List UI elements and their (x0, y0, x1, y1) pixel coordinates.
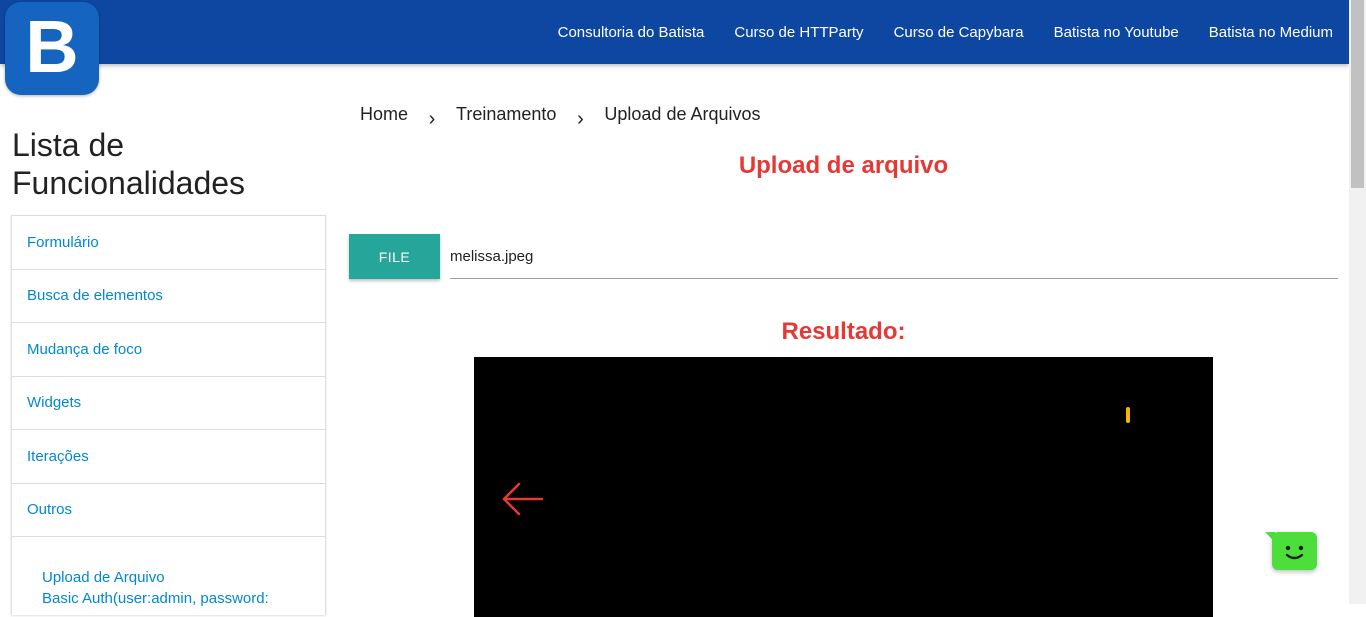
breadcrumb-treinamento[interactable]: Treinamento (456, 104, 556, 125)
page-scrollbar[interactable] (1349, 0, 1366, 604)
arrow-left-icon (502, 482, 544, 516)
brand-logo[interactable]: B (5, 2, 99, 95)
submenu-item-basic-auth[interactable]: Basic Auth(user:admin, password: (42, 588, 325, 609)
breadcrumb-chevron-icon: › (577, 108, 584, 130)
nav-link-medium[interactable]: Batista no Medium (1209, 24, 1333, 41)
nav-link-curso-httparty[interactable]: Curso de HTTParty (734, 24, 863, 41)
brand-logo-letter: B (25, 4, 79, 88)
scrollbar-thumb[interactable] (1351, 0, 1364, 188)
chat-widget-button[interactable] (1265, 532, 1317, 570)
sidebar-title-line1: Lista de (12, 127, 125, 163)
menu-item-widgets[interactable]: Widgets (12, 377, 325, 430)
file-path-input[interactable] (450, 234, 1338, 279)
submenu-item-upload-de-arquivo[interactable]: Upload de Arquivo (42, 567, 325, 588)
breadcrumb-home[interactable]: Home (360, 104, 408, 125)
chat-bot-icon (1285, 545, 1304, 560)
nav-link-curso-capybara[interactable]: Curso de Capybara (894, 24, 1024, 41)
breadcrumb-upload-de-arquivos: Upload de Arquivos (604, 104, 761, 124)
menu-item-busca-de-elementos[interactable]: Busca de elementos (12, 270, 325, 323)
main-nav: Consultoria do Batista Curso de HTTParty… (528, 0, 1333, 64)
sidebar-title-line2: Funcionalidades (12, 165, 246, 201)
nav-link-youtube[interactable]: Batista no Youtube (1054, 24, 1179, 41)
features-menu: Formulário Busca de elementos Mudança de… (11, 215, 326, 615)
menu-item-outros[interactable]: Outros (12, 484, 325, 537)
result-heading: Resultado: (781, 318, 906, 345)
menu-item-iteracoes[interactable]: Iterações (12, 430, 325, 484)
menu-item-formulario[interactable]: Formulário (12, 216, 325, 270)
nav-link-consultoria[interactable]: Consultoria do Batista (558, 24, 705, 41)
image-yellow-mark (1126, 407, 1130, 423)
sidebar-title: Lista de Funcionalidades (12, 126, 312, 202)
breadcrumb-chevron-icon: › (428, 108, 436, 130)
page-title: Upload de arquivo (738, 152, 949, 179)
uploaded-image-preview (474, 357, 1213, 617)
breadcrumb: Home › Treinamento › Upload de Arquivos (360, 98, 761, 131)
menu-item-mudanca-de-foco[interactable]: Mudança de foco (12, 323, 325, 377)
submenu-outros: Upload de Arquivo Basic Auth(user:admin,… (12, 537, 325, 609)
file-select-button[interactable]: FILE (349, 234, 440, 279)
top-navbar: Consultoria do Batista Curso de HTTParty… (0, 0, 1349, 64)
